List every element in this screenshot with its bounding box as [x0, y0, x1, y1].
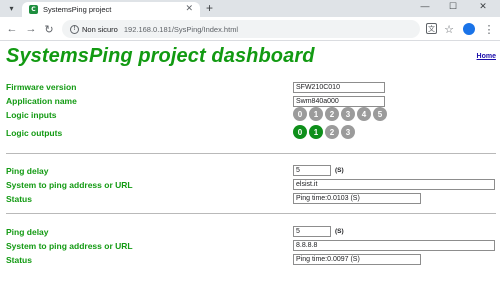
warning-icon: !	[70, 24, 79, 34]
firmware-field: SFW210C010	[293, 82, 385, 93]
logic-input-led-5: 5	[373, 107, 387, 121]
ping1-delay-input[interactable]: 5	[293, 165, 331, 176]
maximize-icon[interactable]: ☐	[440, 1, 466, 12]
security-label: Non sicuro	[82, 24, 118, 34]
tab-close-icon[interactable]: ✕	[185, 3, 193, 14]
appname-label: Application name	[6, 96, 77, 106]
ping1-address-label: System to ping address or URL	[6, 180, 133, 190]
logic-input-led-2: 2	[325, 107, 339, 121]
reload-icon[interactable]: ↻	[42, 22, 56, 36]
ping2-status-label: Status	[6, 255, 32, 265]
logic-input-led-1: 1	[309, 107, 323, 121]
page-content: SystemsPing project dashboard Home Firmw…	[0, 41, 500, 289]
ping2-address-label: System to ping address or URL	[6, 241, 133, 251]
logic-output-led-2: 2	[325, 125, 339, 139]
menu-kebab-icon[interactable]: ⋮	[482, 22, 496, 36]
ping2-address-input[interactable]: 8.8.8.8	[293, 240, 495, 251]
logic-inputs-label: Logic inputs	[6, 110, 57, 120]
url-text[interactable]: 192.168.0.181/SysPing/Index.html	[124, 25, 238, 34]
security-indicator[interactable]: ! Non sicuro	[70, 24, 118, 34]
ping1-address-input[interactable]: elsist.it	[293, 179, 495, 190]
logic-input-led-4: 4	[357, 107, 371, 121]
ping2-delay-label: Ping delay	[6, 227, 49, 237]
logic-input-led-3: 3	[341, 107, 355, 121]
appname-field: Swm840a000	[293, 96, 385, 107]
firmware-label: Firmware version	[6, 82, 77, 92]
new-tab-button[interactable]: +	[206, 1, 213, 15]
divider	[6, 213, 496, 214]
profile-avatar[interactable]	[463, 23, 475, 35]
bookmark-star-icon[interactable]: ☆	[442, 22, 456, 36]
logic-input-led-0: 0	[293, 107, 307, 121]
ping1-status-label: Status	[6, 194, 32, 204]
translate-icon[interactable]: 文	[426, 23, 437, 34]
ping2-unit: (S)	[335, 228, 344, 235]
home-link[interactable]: Home	[477, 53, 496, 60]
logic-output-led-3: 3	[341, 125, 355, 139]
tab-search-button[interactable]: ▾	[5, 2, 18, 15]
minimize-icon[interactable]: —	[412, 1, 438, 11]
divider	[6, 153, 496, 154]
logic-outputs-label: Logic outputs	[6, 128, 63, 138]
tab-title: SystemsPing project	[43, 5, 112, 14]
browser-toolbar: ← → ↻ ! Non sicuro 192.168.0.181/SysPing…	[0, 17, 500, 41]
ping1-delay-label: Ping delay	[6, 166, 49, 176]
back-icon[interactable]: ←	[5, 22, 19, 36]
page-title: SystemsPing project dashboard	[6, 45, 315, 67]
ping2-delay-input[interactable]: 5	[293, 226, 331, 237]
favicon-icon: C	[29, 5, 38, 14]
close-window-icon[interactable]: ✕	[470, 1, 496, 12]
browser-tab[interactable]: C SystemsPing project ✕	[22, 2, 200, 17]
ping1-status-field: Ping time:0.0103 (S)	[293, 193, 421, 204]
logic-output-led-0: 0	[293, 125, 307, 139]
ping2-status-field: Ping time:0.0097 (S)	[293, 254, 421, 265]
ping1-unit: (S)	[335, 167, 344, 174]
forward-icon[interactable]: →	[24, 22, 38, 36]
logic-output-led-1: 1	[309, 125, 323, 139]
address-bar[interactable]: ! Non sicuro 192.168.0.181/SysPing/Index…	[62, 20, 420, 38]
browser-tabstrip: ▾ C SystemsPing project ✕ + — ☐ ✕	[0, 0, 500, 17]
